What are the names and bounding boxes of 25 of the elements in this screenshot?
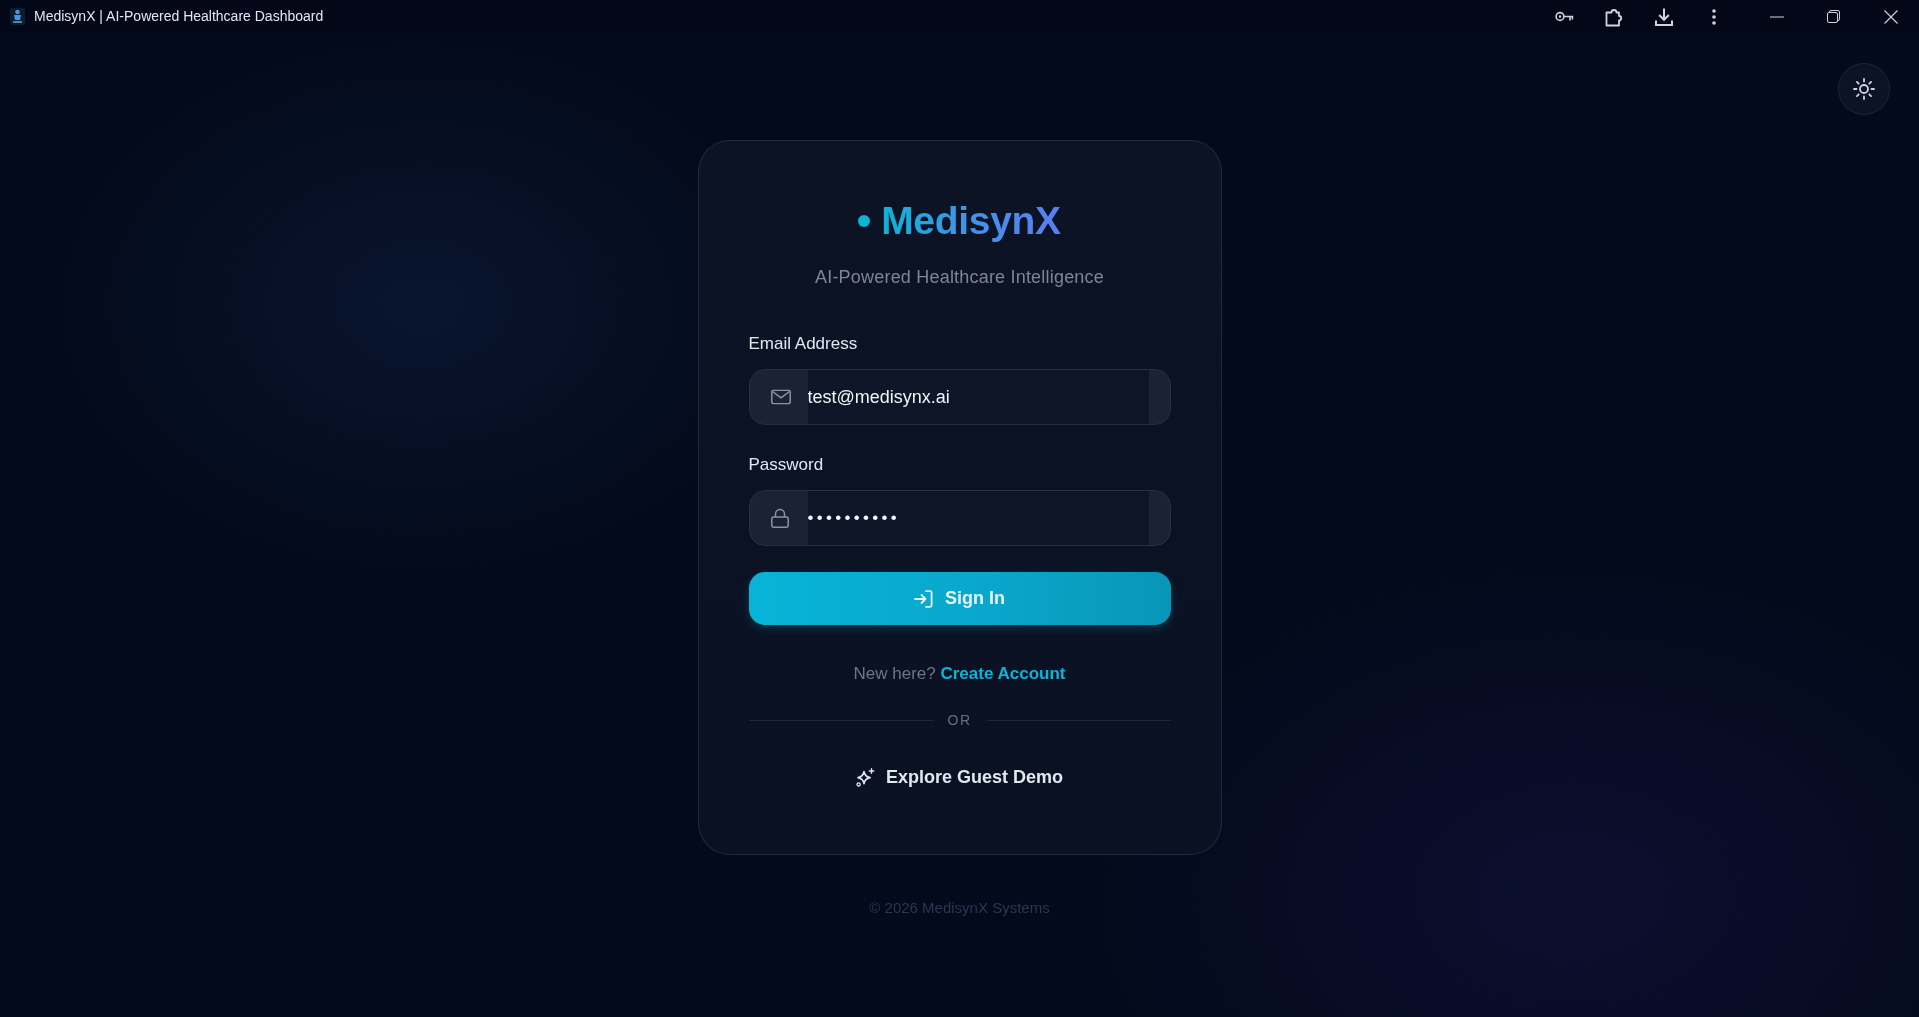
password-field[interactable]: •••••••••• <box>748 490 1171 546</box>
restore-icon[interactable] <box>1827 10 1840 23</box>
logo-dot-icon <box>858 215 871 227</box>
field-label: Email Address <box>748 333 859 355</box>
window-title: MedisynX | AI-Powered Healthcare Dashboard <box>34 7 324 26</box>
divider-label: OR <box>947 710 972 730</box>
guest-demo-button[interactable]: Explore Guest Demo <box>847 758 1071 797</box>
puzzle-piece-icon[interactable] <box>1605 6 1623 27</box>
key-icon[interactable] <box>1554 11 1574 22</box>
mail-icon <box>770 389 791 405</box>
email-field[interactable]: test@medisynx.ai <box>748 369 1171 425</box>
sign-in-icon <box>914 589 933 608</box>
theme-toggle-button[interactable] <box>1838 63 1890 115</box>
minimize-icon[interactable] <box>1769 15 1784 18</box>
sparkles-icon <box>855 768 875 787</box>
app-icon <box>10 8 25 25</box>
sign-up-prompt: New here? Create Account <box>852 663 1067 685</box>
create-account-link[interactable]: Create Account <box>940 664 1066 683</box>
more-icon[interactable] <box>1712 8 1716 25</box>
download-icon[interactable] <box>1654 6 1674 27</box>
tagline: AI-Powered Healthcare Intelligence <box>814 266 1105 289</box>
close-icon[interactable] <box>1883 9 1898 24</box>
field-label: Password <box>748 454 825 476</box>
sun-icon <box>1853 78 1875 100</box>
lock-icon <box>770 508 789 528</box>
